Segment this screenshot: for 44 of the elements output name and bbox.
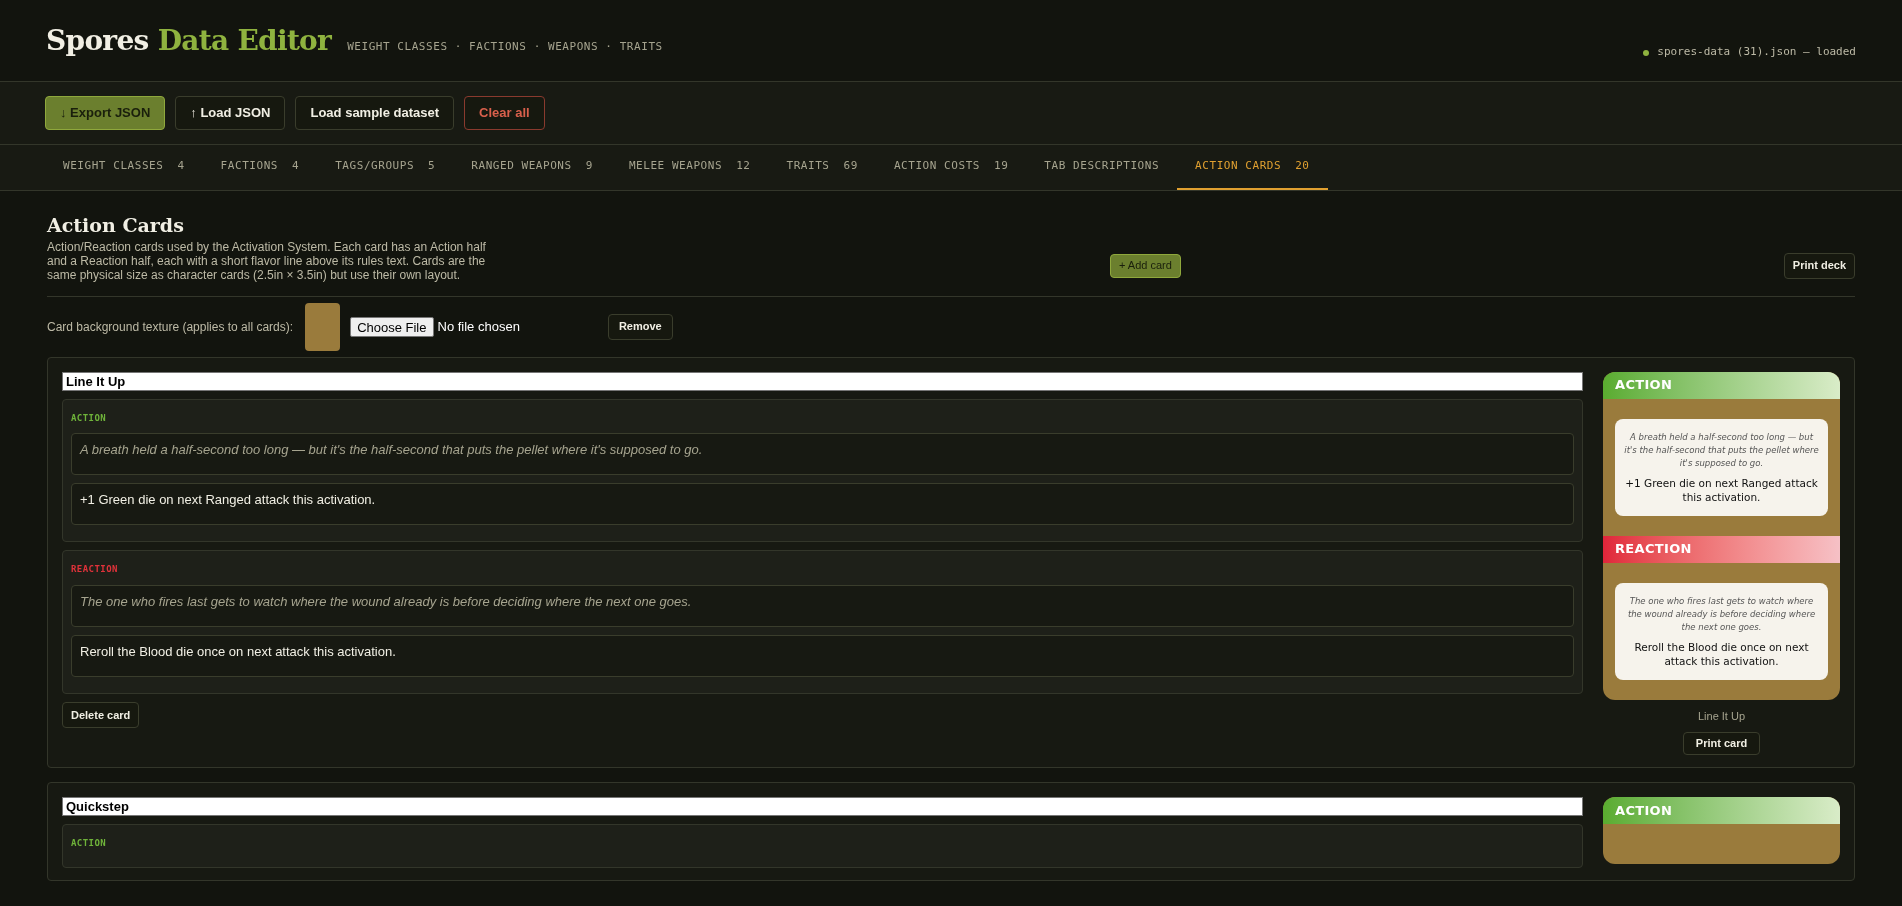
toolbar-button[interactable]: ↓ Export JSON bbox=[45, 96, 166, 130]
nav-tab[interactable]: WEIGHT CLASSES 4 bbox=[45, 145, 203, 190]
card-rules-text: +1 Green die on next Ranged attack this activation. bbox=[1624, 475, 1819, 504]
half-label: ACTION bbox=[71, 837, 108, 850]
rules-field[interactable]: +1 Green die on next Ranged attack this activation. bbox=[71, 483, 1574, 525]
app-subtitle: WEIGHT CLASSES · FACTIONS · WEAPONS · TRAITS bbox=[347, 38, 663, 55]
file-name-text: No file chosen bbox=[437, 317, 520, 336]
half-label: ACTION bbox=[71, 411, 108, 425]
card-half-header: ACTION bbox=[1603, 797, 1840, 824]
remove-texture-button[interactable]: Remove bbox=[607, 313, 673, 340]
add-card-button[interactable]: + Add card bbox=[1109, 253, 1181, 278]
rules-field[interactable]: Reroll the Blood die once on next attack this activation. bbox=[71, 634, 1574, 677]
nav-tab[interactable]: MELEE WEAPONS 12 bbox=[610, 145, 769, 190]
toolbar-button[interactable]: Load sample dataset bbox=[295, 96, 455, 130]
print-deck-button[interactable]: Print deck bbox=[1783, 252, 1855, 279]
card-flavor-text: The one who fires last gets to watch where the wound already is before deciding where the next one goes. bbox=[1626, 594, 1817, 634]
nav-tab[interactable]: TAGS/GROUPS 5 bbox=[317, 145, 454, 190]
card-half-header: ACTION bbox=[1603, 371, 1840, 399]
choose-file-button[interactable]: Choose File bbox=[350, 316, 434, 337]
card-flavor-text: A breath held a half-second too long — but it's the half-second that puts the pellet where it's supposed to go. bbox=[1623, 430, 1820, 470]
card-caption: Line It Up bbox=[1697, 708, 1746, 724]
app-title: Spores Data Editor bbox=[46, 22, 332, 59]
nav-tab[interactable]: FACTIONS 4 bbox=[202, 145, 318, 190]
delete-card-button[interactable]: Delete card bbox=[62, 701, 140, 728]
card-rules-text: Reroll the Blood die once on next attack this activation. bbox=[1633, 639, 1810, 668]
section-description: Action/Reaction cards used by the Activation System. Each card has an Action half and a Reaction half, each with a short flavor line above its rules text. Cards are the same physical size as character cards (2.5in × 3.5in) but use their own layout. bbox=[47, 239, 487, 282]
card-half-header: REACTION bbox=[1603, 535, 1840, 563]
flavor-field[interactable]: The one who fires last gets to watch where the wound already is before deciding where the next one goes. bbox=[71, 584, 1574, 627]
texture-thumbnail bbox=[305, 302, 341, 351]
print-card-button[interactable]: Print card bbox=[1682, 732, 1761, 755]
file-status: spores-data (31).json — loaded bbox=[1657, 44, 1856, 61]
nav-tab[interactable]: RANGED WEAPONS 9 bbox=[453, 145, 611, 190]
card-title-field[interactable]: Line It Up bbox=[62, 371, 1583, 391]
nav-tab[interactable]: ACTION COSTS 19 bbox=[875, 145, 1027, 190]
nav-tab[interactable]: ACTION CARDS 20 bbox=[1177, 145, 1328, 190]
nav-tab[interactable]: TAB DESCRIPTIONS bbox=[1026, 145, 1178, 190]
card-title-field[interactable]: Quickstep bbox=[62, 797, 1583, 816]
texture-label: Card background texture (applies to all cards): bbox=[47, 318, 294, 336]
flavor-field[interactable]: A breath held a half-second too long — but it's the half-second that puts the pellet where it's supposed to go. bbox=[71, 433, 1574, 475]
half-label: REACTION bbox=[71, 563, 119, 576]
toolbar-button[interactable]: ↑ Load JSON bbox=[175, 96, 286, 130]
toolbar-button[interactable]: Clear all bbox=[464, 96, 545, 130]
section-title: Action Cards bbox=[47, 213, 185, 238]
nav-tab[interactable]: TRAITS 69 bbox=[768, 145, 876, 190]
